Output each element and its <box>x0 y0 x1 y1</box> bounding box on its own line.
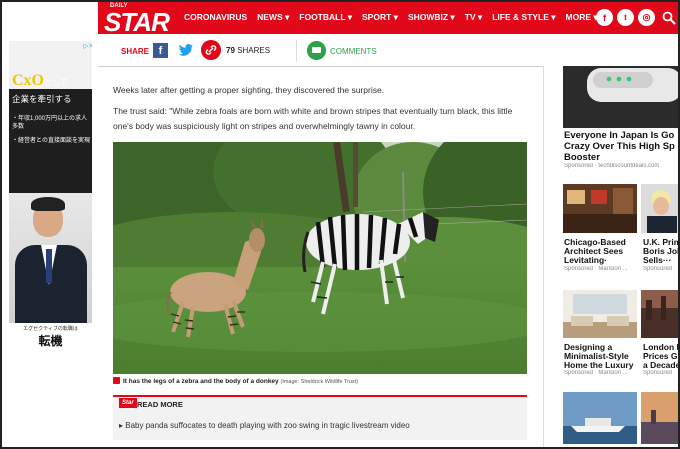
article-paragraph: The trust said: "While zebra foals are b… <box>113 106 513 131</box>
sponsored-title-line[interactable]: a Decade <box>643 360 678 370</box>
article-paragraph: Weeks later after getting a proper sight… <box>113 85 385 95</box>
read-more-label: READ MORE <box>137 400 183 409</box>
sponsored-title-line[interactable]: Crazy Over This High Sp <box>564 141 678 152</box>
ad-subtitle: 企業を牽引する <box>12 94 72 104</box>
share-count: 79 SHARES <box>226 46 270 55</box>
share-count-number: 79 <box>226 46 235 55</box>
menu-item-life-style[interactable]: LIFE & STYLE ▾ <box>492 12 555 23</box>
comments-icon[interactable] <box>307 41 326 60</box>
share-count-label: SHARES <box>237 46 271 55</box>
ad-footer-brand: 転機 <box>38 334 63 348</box>
photo-illustration <box>113 142 527 374</box>
article-photo-zebra-foal[interactable] <box>113 142 527 374</box>
menu-item-more[interactable]: MORE ▾ <box>566 12 598 23</box>
ad-title: CxOとして <box>12 72 68 90</box>
read-more-link-text: Baby panda suffocates to death playing w… <box>125 421 410 430</box>
link-share-icon[interactable] <box>201 40 221 60</box>
sponsored-source: Sponsored <box>643 370 673 376</box>
booster-device-illustration <box>563 66 678 128</box>
top-navigation-bar: DAILY STAR CORONAVIRUS NEWS ▾ FOOTBALL ▾… <box>98 2 678 36</box>
ad-bullet: ・年収1,000万円以上の求人多数 <box>12 116 88 130</box>
twitter-icon[interactable]: t <box>617 9 634 26</box>
london-skyline-illustration <box>641 290 678 338</box>
sponsored-title-line[interactable]: Sells··· <box>643 255 678 265</box>
sponsored-image-architect[interactable] <box>563 184 637 233</box>
daily-star-logo[interactable]: STAR <box>104 8 170 36</box>
read-more-link[interactable]: ▸ Baby panda suffocates to death playing… <box>119 421 410 430</box>
sponsored-title-line[interactable]: Booster <box>564 152 678 163</box>
ad-tie <box>46 249 52 283</box>
sponsored-title-line[interactable]: Levitating· <box>564 255 638 265</box>
sponsored-source: Sponsored · Mansion ... <box>564 370 628 376</box>
camera-icon <box>113 377 120 384</box>
facebook-share-icon[interactable]: f <box>153 43 168 58</box>
facebook-icon[interactable]: f <box>596 9 613 26</box>
ad-person-photo <box>9 193 92 325</box>
image-credit: (Image: Sheldrick Wildlife Trust) <box>280 379 359 385</box>
menu-item-news[interactable]: NEWS ▾ <box>257 12 289 23</box>
minimalist-home-illustration <box>563 290 637 338</box>
sponsored-image-boris[interactable] <box>641 184 678 233</box>
caption-text: It has the legs of a zebra and the body … <box>123 378 279 385</box>
share-divider <box>296 40 297 62</box>
left-advertisement[interactable]: ▷✕ CxOとして 企業を牽引する ・年収1,000万円以上の求人多数 ・経営者… <box>9 41 92 352</box>
ad-title-suffix: として <box>44 78 68 87</box>
ad-bullet: ・経営者との直接面談を実現 <box>12 138 90 144</box>
sponsored-image-minimalist-home[interactable] <box>563 290 637 338</box>
menu-item-sport[interactable]: SPORT ▾ <box>362 12 398 23</box>
star-mini-logo: Star <box>119 398 137 408</box>
ad-title-main: CxO <box>12 72 44 89</box>
read-more-box: Star READ MORE ▸ Baby panda suffocates t… <box>113 395 527 440</box>
twitter-share-icon[interactable] <box>178 42 194 58</box>
menu-item-football[interactable]: FOOTBALL ▾ <box>299 12 352 23</box>
sponsored-title-line[interactable]: Home the Luxury <box>564 360 638 370</box>
header-divider <box>98 66 543 67</box>
menu-item-showbiz[interactable]: SHOWBIZ ▾ <box>408 12 455 23</box>
social-links: f t ◎ <box>596 9 655 26</box>
boris-portrait-illustration <box>641 184 678 233</box>
sponsored-title-line[interactable]: Everyone In Japan Is Go <box>564 130 678 141</box>
share-label: SHARE <box>121 47 150 56</box>
instagram-icon[interactable]: ◎ <box>638 9 655 26</box>
menu-item-tv[interactable]: TV ▾ <box>465 12 483 23</box>
sponsored-image-city-sunset[interactable] <box>641 392 678 444</box>
ad-footer-caption: エグゼクティブの転職は <box>23 326 78 332</box>
share-bar: SHARE f 79 SHARES COMMENTS <box>113 38 543 64</box>
sponsored-source: Sponsored <box>643 266 673 272</box>
column-divider <box>543 66 544 447</box>
ad-footer: エグゼクティブの転職は 転機 <box>9 323 92 352</box>
comments-link[interactable]: COMMENTS <box>330 47 377 56</box>
photo-caption: It has the legs of a zebra and the body … <box>113 377 358 385</box>
yacht-illustration <box>563 392 637 444</box>
sponsored-image-yacht[interactable] <box>563 392 637 444</box>
ad-hair <box>31 197 65 211</box>
sponsored-source: Sponsored · techdiscountdeals.com <box>564 163 660 169</box>
architect-room-illustration <box>563 184 637 233</box>
sponsored-source: Sponsored · Mansion ... <box>564 266 628 272</box>
ad-choices-icon[interactable]: ▷✕ <box>83 42 92 50</box>
sponsored-image-booster[interactable] <box>563 66 678 128</box>
main-menu: CORONAVIRUS NEWS ▾ FOOTBALL ▾ SPORT ▾ SH… <box>184 12 598 23</box>
sponsored-image-london[interactable] <box>641 290 678 338</box>
menu-item-coronavirus[interactable]: CORONAVIRUS <box>184 12 247 23</box>
search-icon[interactable] <box>662 11 676 25</box>
city-sunset-illustration <box>641 392 678 444</box>
